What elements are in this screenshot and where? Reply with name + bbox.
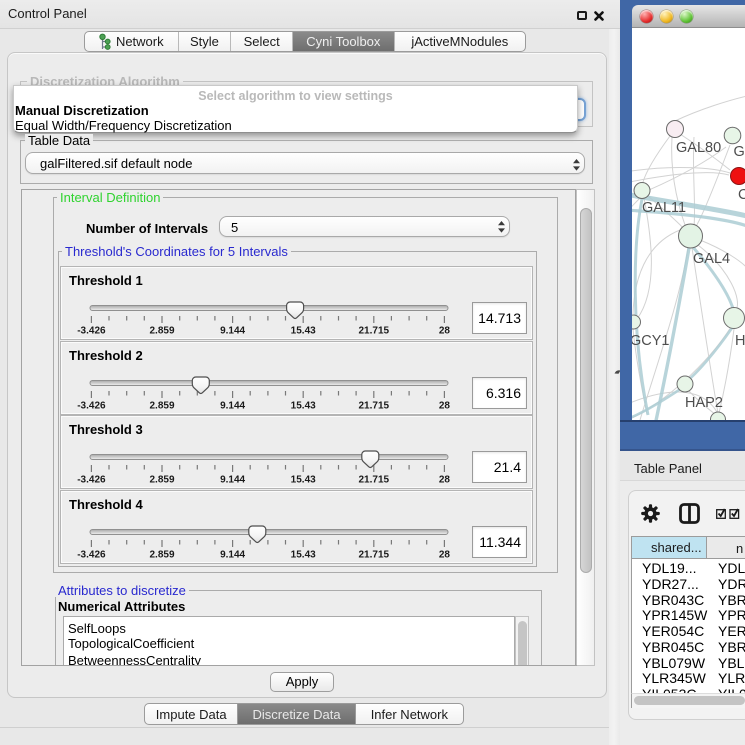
svg-text:9.144: 9.144	[220, 475, 245, 486]
svg-text:2.859: 2.859	[149, 401, 174, 412]
svg-text:C...: C...	[738, 187, 745, 203]
svg-text:28: 28	[439, 401, 451, 412]
svg-text:21.715: 21.715	[359, 475, 390, 486]
svg-text:9.144: 9.144	[220, 550, 245, 561]
svg-text:21.715: 21.715	[359, 401, 390, 412]
svg-text:H: H	[735, 333, 745, 349]
svg-text:-3.426: -3.426	[77, 475, 106, 486]
svg-text:GAL11: GAL11	[642, 200, 686, 216]
svg-text:2.859: 2.859	[149, 550, 174, 561]
svg-text:9.144: 9.144	[220, 326, 245, 337]
svg-text:2.859: 2.859	[149, 475, 174, 486]
svg-text:9.144: 9.144	[220, 401, 245, 412]
svg-text:21.715: 21.715	[359, 326, 390, 337]
svg-text:-3.426: -3.426	[77, 326, 106, 337]
svg-text:15.43: 15.43	[291, 326, 316, 337]
svg-text:28: 28	[439, 326, 451, 337]
svg-text:28: 28	[439, 550, 451, 561]
svg-text:G...: G...	[734, 144, 745, 160]
svg-text:-3.426: -3.426	[77, 401, 106, 412]
svg-text:15.43: 15.43	[291, 550, 316, 561]
svg-text:15.43: 15.43	[291, 475, 316, 486]
svg-text:21.715: 21.715	[359, 550, 390, 561]
svg-text:2.859: 2.859	[149, 326, 174, 337]
svg-text:28: 28	[439, 475, 451, 486]
svg-text:HAP2: HAP2	[685, 395, 723, 411]
svg-text:GAL80: GAL80	[676, 140, 721, 156]
svg-text:-3.426: -3.426	[77, 550, 106, 561]
svg-text:GCY1: GCY1	[632, 333, 670, 349]
svg-text:15.43: 15.43	[291, 401, 316, 412]
svg-text:GAL4: GAL4	[693, 251, 730, 267]
